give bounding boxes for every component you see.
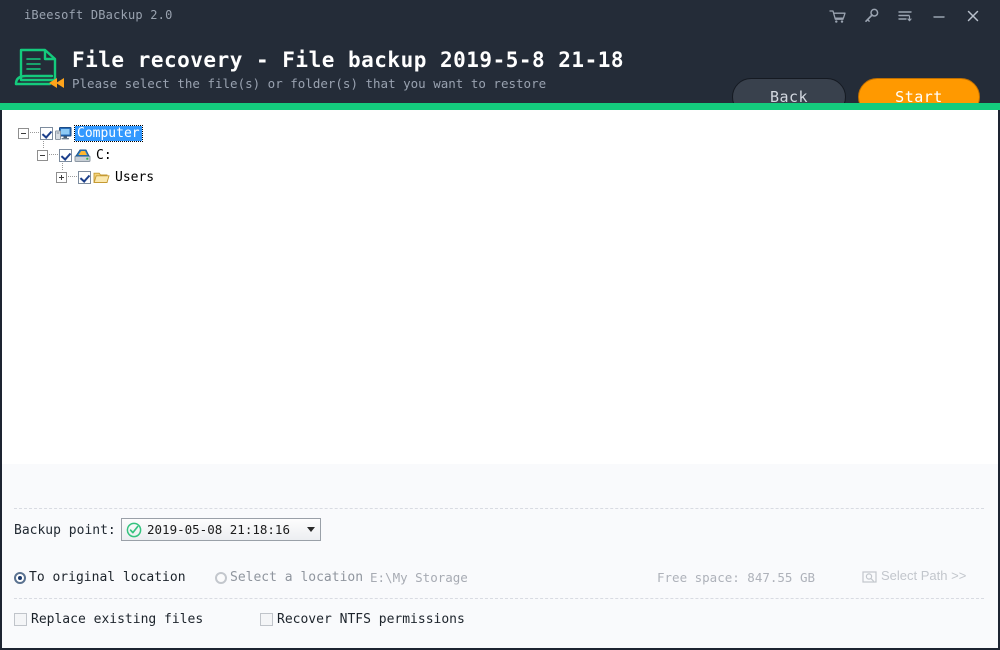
checkbox-indicator (14, 613, 27, 626)
radio-to-original-location[interactable]: To original location (14, 570, 186, 585)
expander-minus-icon[interactable] (37, 149, 48, 161)
radio-label: Select a location (230, 570, 364, 585)
tree-node-computer[interactable]: Computer (18, 124, 143, 142)
check-circle-icon (126, 522, 142, 538)
backup-point-select[interactable]: 2019-05-08 21:18:16 (121, 518, 321, 541)
file-recovery-icon (12, 44, 66, 92)
tree-node-drive-c[interactable]: C: (37, 146, 114, 164)
file-tree-panel[interactable]: Computer C: Users (2, 110, 998, 464)
tree-connector (68, 176, 77, 178)
chevron-down-icon[interactable] (302, 527, 320, 532)
tree-node-label[interactable]: Computer (74, 124, 143, 142)
drive-icon (74, 147, 91, 163)
radio-label: To original location (29, 570, 186, 585)
expander-minus-icon[interactable] (18, 127, 29, 139)
tree-node-users[interactable]: Users (56, 168, 156, 186)
tree-checkbox[interactable] (40, 126, 53, 140)
checkbox-label: Recover NTFS permissions (277, 612, 465, 627)
minimize-icon[interactable] (922, 5, 956, 27)
browse-folder-icon (862, 569, 877, 583)
select-path-button[interactable]: Select Path >> (862, 568, 966, 583)
header-band: File recovery - File backup 2019-5-8 21-… (0, 30, 1000, 116)
tree-connector (30, 132, 39, 134)
checkbox-label: Replace existing files (31, 612, 204, 627)
computer-icon (55, 125, 72, 141)
radio-indicator (215, 571, 227, 584)
app-title: iBeesoft DBackup 2.0 (24, 8, 173, 22)
title-bar: iBeesoft DBackup 2.0 (0, 0, 1000, 30)
divider (14, 508, 984, 509)
accent-divider (0, 103, 1000, 110)
folder-icon (93, 169, 110, 185)
tree-checkbox[interactable] (78, 170, 91, 184)
backup-point-value: 2019-05-08 21:18:16 (147, 522, 290, 537)
tree-node-label[interactable]: Users (113, 170, 156, 185)
cart-icon[interactable] (820, 5, 854, 27)
divider (14, 598, 984, 599)
destination-path: E:\My Storage (370, 570, 468, 585)
page-title: File recovery - File backup 2019-5-8 21-… (72, 48, 625, 72)
checkbox-replace-existing-files[interactable]: Replace existing files (14, 612, 203, 627)
ibeesoft-dbackup-window: iBeesoft DBackup 2.0 File recovery - Fil… (0, 0, 1000, 650)
checkbox-indicator (260, 613, 273, 626)
tree-node-label[interactable]: C: (94, 148, 114, 163)
tree-checkbox[interactable] (59, 148, 72, 162)
expander-plus-icon[interactable] (56, 171, 67, 183)
free-space-text: Free space: 847.55 GB (657, 570, 816, 585)
close-icon[interactable] (956, 5, 990, 27)
tree-connector (49, 154, 58, 156)
select-path-label: Select Path >> (881, 568, 967, 583)
backup-point-label: Backup point: (14, 523, 116, 538)
checkbox-recover-ntfs-permissions[interactable]: Recover NTFS permissions (260, 612, 465, 627)
menu-icon[interactable] (888, 5, 922, 27)
key-icon[interactable] (854, 5, 888, 27)
radio-indicator (14, 571, 26, 584)
page-subtitle: Please select the file(s) or folder(s) t… (72, 76, 547, 91)
radio-select-a-location[interactable]: Select a location (215, 570, 363, 585)
window-controls (820, 5, 990, 27)
